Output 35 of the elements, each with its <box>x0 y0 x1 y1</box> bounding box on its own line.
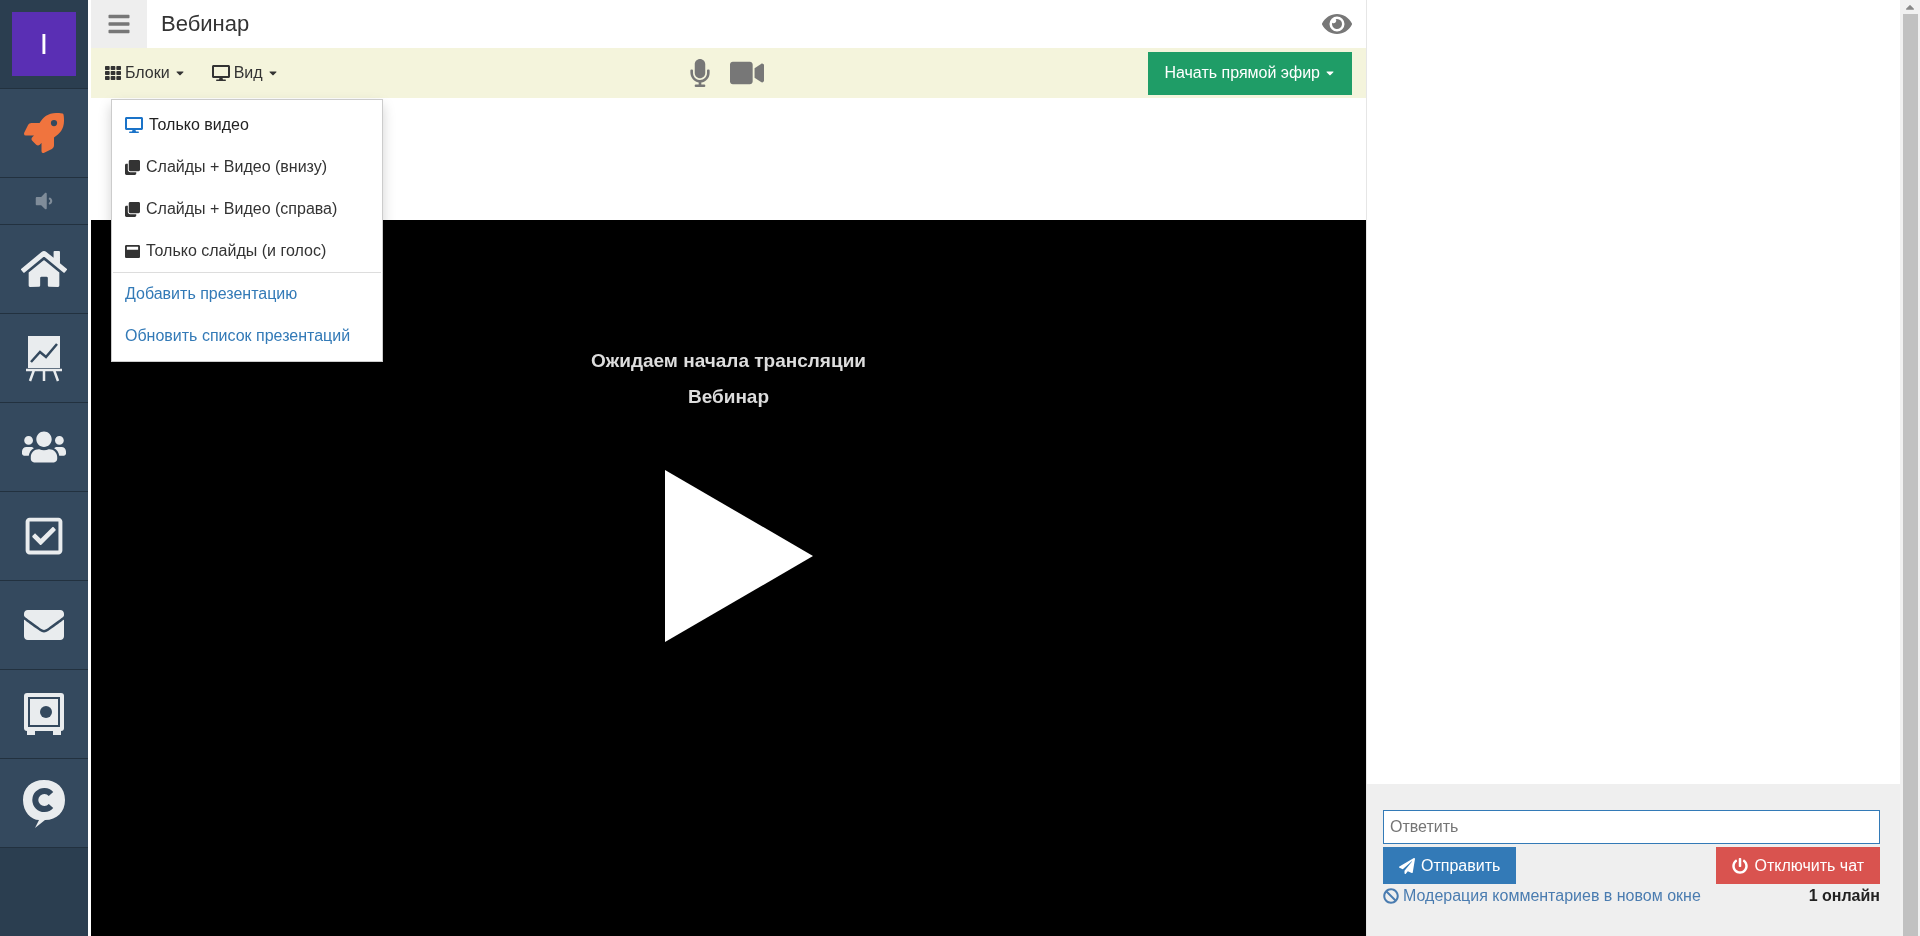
send-button[interactable]: Отправить <box>1383 847 1517 884</box>
rocket-icon[interactable] <box>24 113 64 153</box>
play-icon[interactable] <box>664 470 813 642</box>
menu-button[interactable] <box>91 0 147 48</box>
paper-plane-icon <box>1399 857 1415 874</box>
menu-link[interactable]: Обновить список презентаций <box>112 315 382 357</box>
moderation-link[interactable]: Модерация комментариев в новом окне <box>1383 887 1701 905</box>
monitor-icon <box>211 64 230 82</box>
blocks-dropdown[interactable]: Блоки <box>105 64 186 82</box>
speaker-icon[interactable] <box>33 190 55 212</box>
ban-icon <box>1383 888 1399 904</box>
disable-chat-button[interactable]: Отключить чат <box>1716 847 1880 884</box>
menu-item[interactable]: Только видео <box>112 104 382 146</box>
menu-item[interactable]: Только слайды (и голос) <box>112 230 382 272</box>
online-count: 1 онлайн <box>1808 887 1880 905</box>
menu-link[interactable]: Добавить презентацию <box>112 273 382 315</box>
reply-field[interactable]: Ответить <box>1383 810 1880 844</box>
copies-icon <box>125 201 140 217</box>
presentation-chart-icon[interactable] <box>24 334 64 382</box>
logo[interactable]: I <box>12 12 76 76</box>
slide-icon <box>125 243 140 259</box>
copies-icon <box>125 159 140 175</box>
chat-bubble-icon[interactable] <box>21 778 67 828</box>
checkbox-icon[interactable] <box>23 515 65 557</box>
safe-icon[interactable] <box>22 691 66 737</box>
page-title: Вебинар <box>161 11 251 37</box>
status-text: Ожидаем начала трансляции <box>591 350 866 372</box>
monitor-icon <box>125 116 143 134</box>
menu-item[interactable]: Слайды + Видео (внизу) <box>112 146 382 188</box>
view-dropdown[interactable]: Вид <box>211 64 279 82</box>
menu-icon <box>107 12 131 36</box>
broadcast-title: Вебинар <box>687 386 770 408</box>
power-icon <box>1732 857 1749 874</box>
grid-icon <box>105 65 121 81</box>
scrollbar-thumb[interactable] <box>1902 14 1918 936</box>
